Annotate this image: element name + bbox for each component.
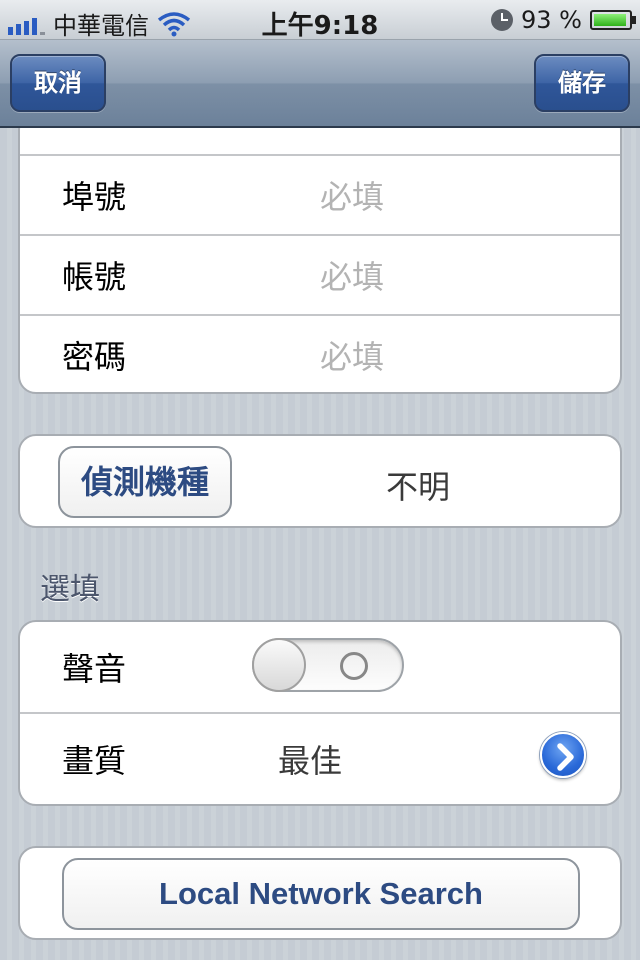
account-group: 埠號 必填 帳號 必填 密碼 必填 <box>18 128 622 394</box>
model-value: 不明 <box>386 468 451 506</box>
password-label: 密碼 <box>62 338 127 376</box>
password-input[interactable]: 必填 <box>320 332 384 378</box>
optional-group: 聲音 畫質 最佳 <box>18 620 622 806</box>
port-row[interactable]: 埠號 必填 <box>20 154 620 234</box>
save-button[interactable]: 儲存 <box>534 54 630 112</box>
port-input[interactable]: 必填 <box>320 172 384 218</box>
status-right: 93 % <box>491 6 636 34</box>
quality-label: 畫質 <box>62 742 127 780</box>
port-label: 埠號 <box>62 178 127 216</box>
status-bar: 中華電信 上午9:18 93 % <box>0 0 640 41</box>
sound-toggle[interactable] <box>252 638 404 692</box>
password-row[interactable]: 密碼 必填 <box>20 314 620 392</box>
section-header-optional: 選填 <box>40 572 100 607</box>
account-label: 帳號 <box>62 258 127 296</box>
settings-content[interactable]: 埠號 必填 帳號 必填 密碼 必填 偵測機種 不明 選填 聲音 畫質 最佳 Lo… <box>0 128 640 960</box>
quality-value: 最佳 <box>278 742 343 780</box>
account-row[interactable]: 帳號 必填 <box>20 234 620 314</box>
sound-label: 聲音 <box>62 650 127 688</box>
detail-disclosure-icon[interactable] <box>540 732 586 778</box>
table-row <box>20 128 620 154</box>
cancel-button[interactable]: 取消 <box>10 54 106 112</box>
battery-fill <box>594 14 626 26</box>
quality-row[interactable]: 畫質 最佳 <box>20 712 620 804</box>
battery-percent: 93 % <box>521 6 582 34</box>
device-group: 偵測機種 不明 <box>18 434 622 528</box>
account-input[interactable]: 必填 <box>320 252 384 298</box>
battery-icon <box>590 10 636 30</box>
toggle-knob[interactable] <box>252 638 306 692</box>
navigation-bar: 取消 儲存 <box>0 40 640 128</box>
sound-row: 聲音 <box>20 622 620 712</box>
alarm-clock-icon <box>491 9 514 31</box>
toggle-off-icon <box>340 652 368 680</box>
search-group: Local Network Search <box>18 846 622 940</box>
local-network-search-button[interactable]: Local Network Search <box>62 858 580 930</box>
detect-model-button[interactable]: 偵測機種 <box>58 446 232 518</box>
